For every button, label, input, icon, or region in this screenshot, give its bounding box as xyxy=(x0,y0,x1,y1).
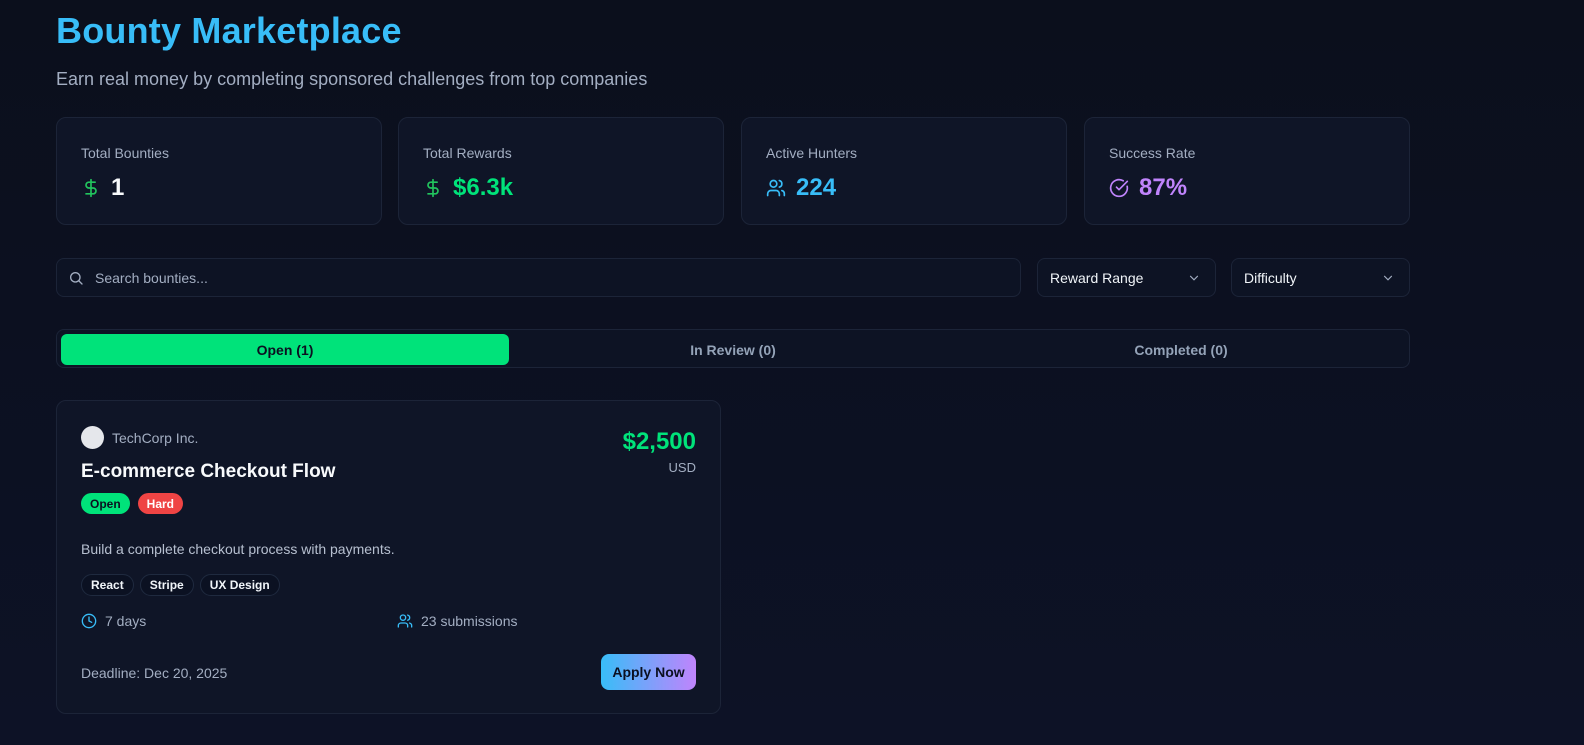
chevron-down-icon xyxy=(1189,275,1199,281)
users-icon xyxy=(397,614,413,628)
company-name: TechCorp Inc. xyxy=(112,429,199,446)
bounty-card: TechCorp Inc. E-commerce Checkout Flow O… xyxy=(56,400,721,714)
deadline-text: Deadline: Dec 20, 2025 xyxy=(81,665,228,681)
users-icon xyxy=(766,179,786,197)
stat-value: 87% xyxy=(1139,174,1188,201)
status-tabs: Open (1) In Review (0) Completed (0) xyxy=(56,329,1410,368)
apply-now-button[interactable]: Apply Now xyxy=(601,654,696,690)
duration-meta: 7 days xyxy=(81,613,146,629)
page-title: Bounty Marketplace xyxy=(56,10,402,51)
tab-in-review[interactable]: In Review (0) xyxy=(509,334,957,365)
tab-completed[interactable]: Completed (0) xyxy=(957,334,1405,365)
bounty-title: E-commerce Checkout Flow xyxy=(81,461,336,482)
reward-range-label: Reward Range xyxy=(1050,269,1144,286)
page-subtitle: Earn real money by completing sponsored … xyxy=(56,69,648,89)
clock-icon xyxy=(81,613,97,629)
chevron-down-icon xyxy=(1383,275,1393,281)
search-input[interactable] xyxy=(95,259,995,296)
company-logo xyxy=(81,426,104,449)
stat-card-active-hunters: Active Hunters 224 xyxy=(741,117,1067,225)
difficulty-select[interactable]: Difficulty xyxy=(1231,258,1410,297)
stat-card-total-rewards: Total Rewards $6.3k xyxy=(398,117,724,225)
stat-card-success-rate: Success Rate 87% xyxy=(1084,117,1410,225)
dollar-icon xyxy=(427,178,439,198)
submissions-meta: 23 submissions xyxy=(397,613,518,629)
bounty-description: Build a complete checkout process with p… xyxy=(81,541,395,557)
tag: Stripe xyxy=(139,574,194,596)
difficulty-badge: Hard xyxy=(137,493,184,514)
search-box xyxy=(56,258,1021,297)
stat-label: Active Hunters xyxy=(766,145,858,161)
tab-open[interactable]: Open (1) xyxy=(61,334,509,365)
check-circle-icon xyxy=(1109,178,1129,198)
stat-label: Total Rewards xyxy=(423,145,512,161)
search-icon xyxy=(70,272,83,285)
reward-range-select[interactable]: Reward Range xyxy=(1037,258,1216,297)
dollar-icon xyxy=(85,178,97,198)
stats-row: Total Bounties 1 Total Rewards $6.3k Act… xyxy=(56,117,1410,225)
stat-card-total-bounties: Total Bounties 1 xyxy=(56,117,382,225)
stat-label: Success Rate xyxy=(1109,145,1196,161)
tag: React xyxy=(81,574,134,596)
reward-amount: $2,500 xyxy=(622,428,696,455)
stat-value: 224 xyxy=(796,174,837,201)
stat-label: Total Bounties xyxy=(81,145,169,161)
stat-value: $6.3k xyxy=(453,174,514,201)
duration-text: 7 days xyxy=(105,613,147,629)
reward-currency: USD xyxy=(668,460,696,475)
difficulty-label: Difficulty xyxy=(1244,269,1297,286)
status-badge: Open xyxy=(81,493,130,514)
tag: UX Design xyxy=(199,574,280,596)
submissions-text: 23 submissions xyxy=(421,613,518,629)
stat-value: 1 xyxy=(111,174,125,201)
tag-list: React Stripe UX Design xyxy=(81,574,280,596)
